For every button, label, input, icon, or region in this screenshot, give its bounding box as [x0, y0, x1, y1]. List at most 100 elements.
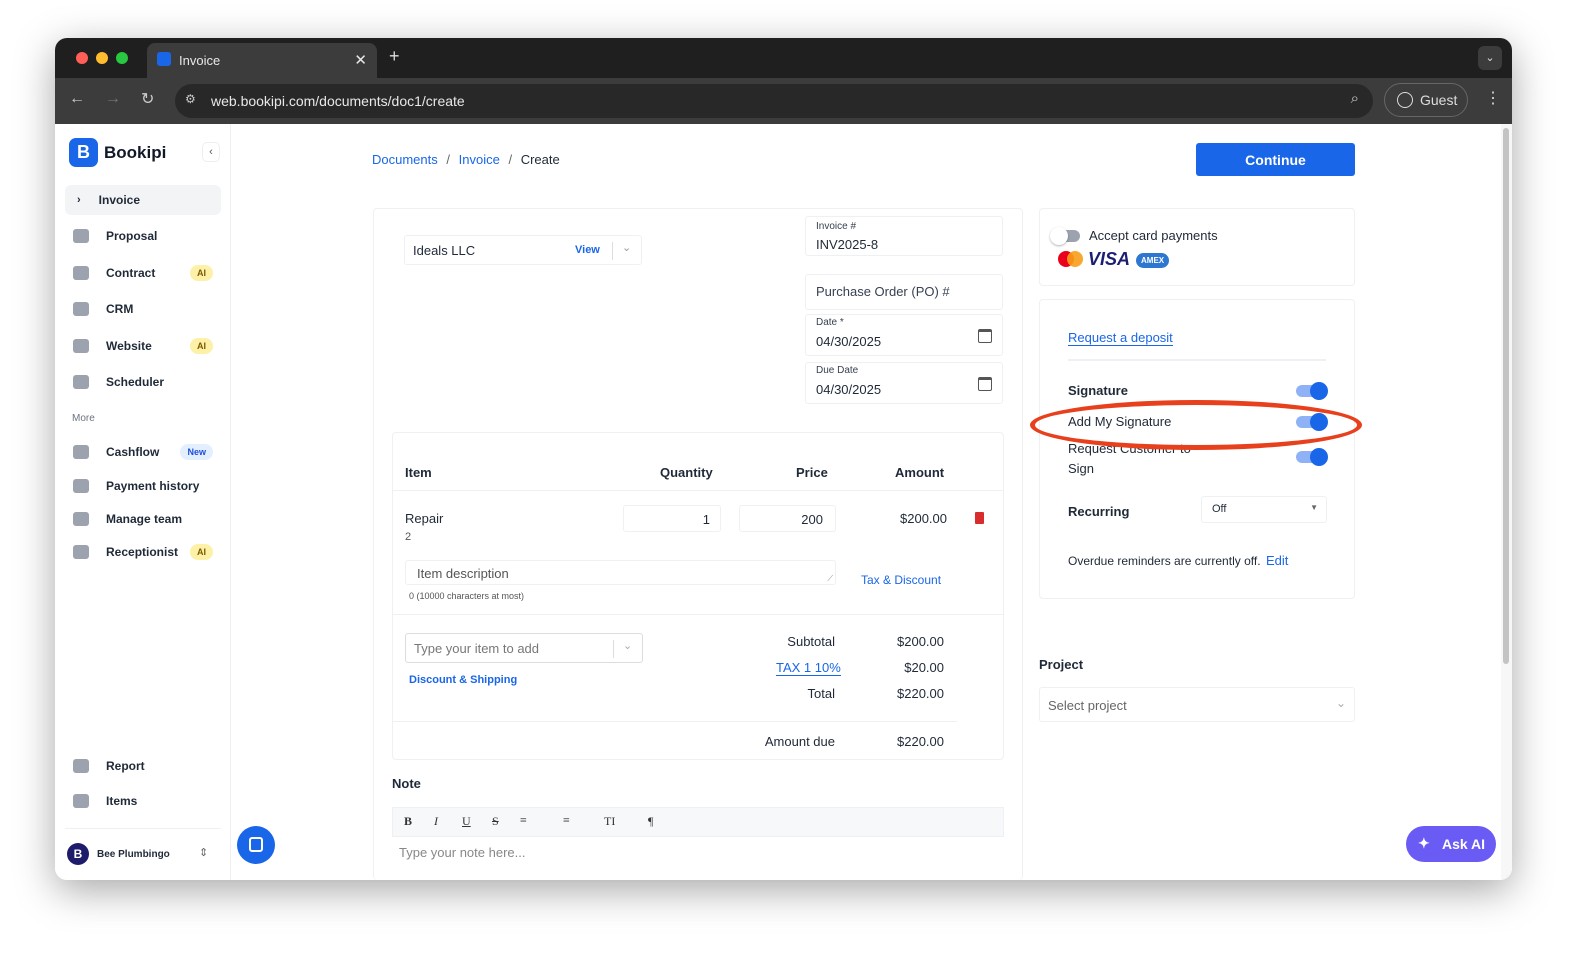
price-input[interactable]: 200	[739, 505, 836, 532]
scrollbar[interactable]	[1501, 124, 1512, 880]
sidebar-item-cashflow[interactable]: Cashflow New	[65, 437, 221, 467]
numbered-list-button[interactable]: ≡	[563, 813, 570, 828]
maximize-window-button[interactable]	[116, 52, 128, 64]
item-name[interactable]: Repair	[405, 511, 443, 526]
bookipi-logo-icon: B	[69, 138, 98, 167]
ask-ai-button[interactable]: ✦ Ask AI	[1406, 826, 1496, 862]
menu-icon[interactable]: ⋮	[1485, 88, 1501, 108]
signature-toggle[interactable]	[1296, 382, 1328, 400]
card-payments-card: Accept card payments VISA AMEX	[1039, 208, 1355, 286]
add-item-placeholder: Type your item to add	[414, 641, 540, 656]
text-size-button[interactable]: TI	[604, 814, 615, 829]
address-bar[interactable]: ⚙ web.bookipi.com/documents/doc1/create …	[175, 84, 1373, 118]
sidebar-item-contract[interactable]: Contract AI	[65, 258, 221, 288]
sidebar-item-label: Invoice	[98, 193, 141, 207]
discount-shipping-link[interactable]: Discount & Shipping	[409, 674, 517, 686]
date-value: 04/30/2025	[816, 334, 882, 349]
calendar-icon[interactable]	[978, 329, 992, 343]
caret-down-icon: ▼	[1310, 503, 1318, 512]
site-settings-icon[interactable]: ⚙	[185, 92, 196, 106]
ai-badge: AI	[190, 265, 213, 281]
breadcrumb-invoice[interactable]: Invoice	[459, 152, 500, 167]
close-window-button[interactable]	[76, 52, 88, 64]
paragraph-button[interactable]: ¶	[648, 814, 653, 829]
po-number-field[interactable]: Purchase Order (PO) #	[805, 274, 1003, 310]
chevron-down-icon[interactable]: ⌄	[623, 639, 632, 652]
date-field[interactable]: Date * 04/30/2025	[805, 314, 1003, 356]
continue-button[interactable]: Continue	[1196, 143, 1355, 176]
invoice-number-value: INV2025-8	[816, 237, 879, 252]
account-switcher[interactable]: B Bee Plumbingo ⇕	[67, 841, 223, 867]
sidebar-item-proposal[interactable]: Proposal	[65, 221, 221, 251]
sparkle-icon: ✦	[1418, 835, 1430, 851]
accept-card-payments-toggle[interactable]	[1050, 227, 1080, 245]
favicon-icon	[157, 52, 171, 66]
minimize-window-button[interactable]	[96, 52, 108, 64]
tax-link[interactable]: TAX 1 10%	[776, 660, 841, 676]
sidebar-item-label: Cashflow	[106, 445, 160, 459]
tab-search-chevron-icon[interactable]: ⌄	[1478, 46, 1502, 70]
chevron-down-icon[interactable]: ⌄	[622, 241, 631, 254]
sidebar-item-invoice[interactable]: › Invoice	[65, 185, 221, 215]
project-select[interactable]: Select project ⌄	[1039, 687, 1355, 722]
resize-handle-icon[interactable]: ⟋	[827, 574, 833, 584]
account-name: Bee Plumbingo	[97, 849, 170, 860]
sidebar-item-label: Contract	[106, 266, 156, 280]
divider	[612, 242, 613, 260]
add-item-input[interactable]: Type your item to add ⌄	[405, 633, 643, 663]
sidebar-item-report[interactable]: Report	[65, 751, 221, 781]
tax-value: $20.00	[904, 660, 944, 675]
delete-item-icon[interactable]	[975, 512, 984, 524]
bold-button[interactable]: B	[404, 814, 412, 829]
italic-button[interactable]: I	[434, 814, 438, 829]
report-icon	[73, 759, 89, 773]
sidebar-item-website[interactable]: Website AI	[65, 331, 221, 361]
back-icon[interactable]: ←	[69, 90, 85, 108]
breadcrumb-documents[interactable]: Documents	[372, 152, 438, 167]
sidebar-item-scheduler[interactable]: Scheduler	[65, 367, 221, 397]
client-select[interactable]: Ideals LLC View ⌄	[404, 235, 642, 265]
contract-icon	[73, 266, 89, 280]
underline-button[interactable]: U	[462, 814, 471, 829]
reload-icon[interactable]: ↻	[141, 89, 154, 109]
profile-button[interactable]: Guest	[1384, 83, 1468, 117]
sidebar-item-items[interactable]: Items	[65, 786, 221, 816]
breadcrumb-current: Create	[520, 152, 560, 167]
chat-button[interactable]	[237, 826, 275, 864]
scrollbar-thumb[interactable]	[1503, 128, 1509, 664]
edit-reminders-link[interactable]: Edit	[1266, 553, 1288, 568]
browser-tab[interactable]: Invoice ✕	[147, 43, 377, 78]
project-placeholder: Select project	[1048, 698, 1127, 713]
close-tab-icon[interactable]: ✕	[354, 51, 367, 69]
new-tab-icon[interactable]: +	[389, 46, 400, 67]
amount-due-value: $220.00	[897, 734, 944, 749]
sidebar-item-receptionist[interactable]: Receptionist AI	[65, 537, 221, 567]
new-badge: New	[180, 444, 213, 460]
request-customer-sign-toggle[interactable]	[1296, 448, 1328, 466]
sidebar-item-label: Receptionist	[106, 545, 179, 559]
zoom-icon[interactable]: ⌕	[1351, 90, 1359, 107]
request-deposit-link[interactable]: Request a deposit	[1068, 330, 1173, 346]
collapse-sidebar-button[interactable]: ‹	[202, 142, 220, 162]
bullet-list-button[interactable]: ≡	[520, 813, 527, 828]
sidebar-item-payment-history[interactable]: Payment history	[65, 471, 221, 501]
tax-discount-link[interactable]: Tax & Discount	[861, 573, 941, 587]
view-client-link[interactable]: View	[575, 244, 600, 256]
mastercard-icon	[1067, 251, 1083, 267]
note-input[interactable]: Type your note here...	[399, 845, 525, 860]
accept-card-payments-label: Accept card payments	[1089, 228, 1218, 243]
item-description-input[interactable]: Item description ⟋	[405, 560, 836, 585]
sidebar-item-label: CRM	[106, 302, 134, 316]
divider	[1068, 359, 1326, 361]
due-date-field[interactable]: Due Date 04/30/2025	[805, 362, 1003, 404]
sidebar-item-manage-team[interactable]: Manage team	[65, 504, 221, 534]
quantity-input[interactable]: 1	[623, 505, 721, 532]
proposal-icon	[73, 229, 89, 243]
forward-icon[interactable]: →	[105, 90, 121, 108]
calendar-icon[interactable]	[978, 377, 992, 391]
strikethrough-button[interactable]: S	[492, 814, 499, 829]
recurring-select[interactable]: Off ▼	[1201, 496, 1327, 523]
invoice-number-field[interactable]: Invoice # INV2025-8	[805, 216, 1003, 256]
total-label: Total	[807, 686, 835, 701]
sidebar-item-crm[interactable]: CRM	[65, 294, 221, 324]
